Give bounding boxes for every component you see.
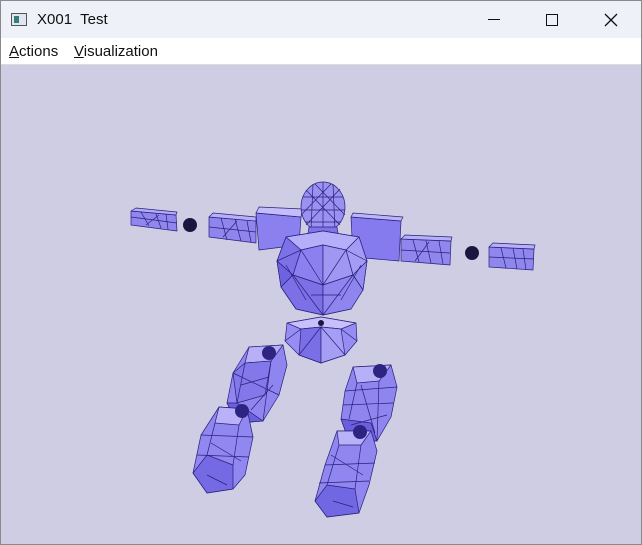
close-button[interactable] bbox=[588, 1, 634, 38]
right-hip-joint bbox=[373, 364, 387, 378]
close-icon bbox=[604, 13, 618, 26]
app-window-icon bbox=[11, 13, 27, 26]
maximize-icon bbox=[546, 13, 558, 26]
menu-actions[interactable]: Actions bbox=[9, 43, 58, 60]
left-shin-segment bbox=[192, 406, 254, 494]
head-segment bbox=[300, 181, 346, 233]
right-upper-arm-segment bbox=[400, 234, 453, 266]
app-window: X001 Test Actions Visualization bbox=[0, 0, 642, 545]
left-knee-joint bbox=[235, 404, 249, 418]
right-forearm-segment bbox=[488, 242, 536, 271]
right-thigh-segment bbox=[340, 364, 398, 442]
torso-segment bbox=[276, 230, 368, 316]
right-wrist-joint bbox=[465, 246, 479, 260]
maximize-button[interactable] bbox=[529, 1, 575, 38]
menu-bar: Actions Visualization bbox=[1, 38, 641, 65]
left-forearm-segment bbox=[130, 207, 178, 232]
left-wrist-joint bbox=[183, 218, 197, 232]
window-title: X001 Test bbox=[37, 11, 108, 28]
left-upper-arm-segment bbox=[208, 212, 257, 244]
left-hip-joint bbox=[262, 346, 276, 360]
humanoid-mesh-model bbox=[130, 181, 536, 518]
3d-viewport[interactable] bbox=[1, 65, 641, 544]
right-shin-segment bbox=[314, 430, 378, 518]
hip-joint bbox=[318, 320, 324, 326]
minimize-icon bbox=[488, 19, 500, 20]
title-bar[interactable]: X001 Test bbox=[1, 1, 641, 38]
minimize-button[interactable] bbox=[471, 1, 517, 38]
menu-visualization[interactable]: Visualization bbox=[74, 43, 158, 60]
right-knee-joint bbox=[353, 425, 367, 439]
